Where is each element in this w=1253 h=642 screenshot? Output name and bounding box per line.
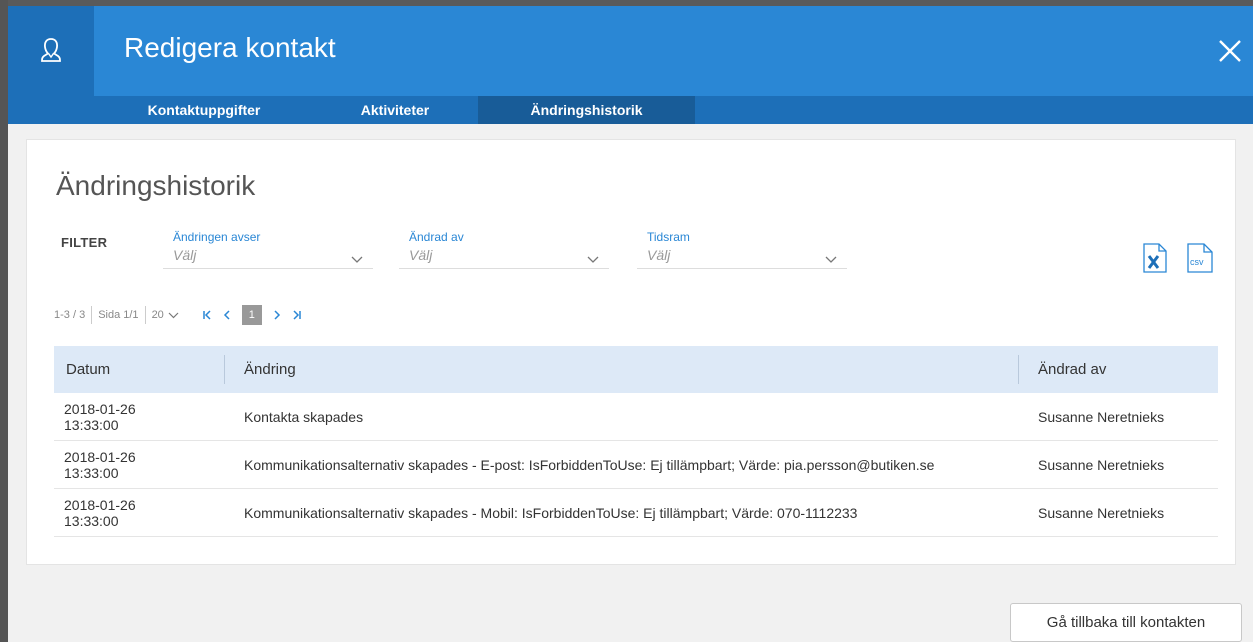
next-page-icon[interactable] xyxy=(270,308,284,322)
csv-label: csv xyxy=(1190,257,1204,267)
record-range: 1-3 / 3 xyxy=(54,309,86,321)
filter-caption: Ändrad av xyxy=(409,230,464,244)
chevron-down-icon xyxy=(825,251,837,267)
filter-caption: Ändringen avser xyxy=(173,230,261,244)
page-title: Ändringshistorik xyxy=(56,170,256,201)
close-icon[interactable] xyxy=(1213,34,1247,68)
history-panel: Ändringshistorik FILTER Ändringen avser … xyxy=(26,139,1236,565)
page-size-select[interactable]: 20 xyxy=(152,309,179,321)
column-header-date[interactable]: Datum xyxy=(66,346,110,393)
chevron-down-icon xyxy=(168,312,179,319)
row-changed-by: Susanne Neretnieks xyxy=(1038,504,1165,521)
previous-page-icon[interactable] xyxy=(220,308,234,322)
row-changed-by: Susanne Neretnieks xyxy=(1038,408,1165,425)
select-value: Välj xyxy=(173,247,197,263)
filter-changed-by: Ändrad av Välj xyxy=(399,230,619,269)
edit-contact-modal: Redigera kontakt Kontaktuppgifter Aktivi… xyxy=(8,0,1253,642)
chevron-down-icon xyxy=(587,251,599,267)
row-date: 2018-01-26 13:33:00 xyxy=(64,448,136,481)
row-change: Kommunikationsalternativ skapades - Mobi… xyxy=(244,504,858,521)
modal-header: Redigera kontakt xyxy=(8,0,1253,96)
select-value: Välj xyxy=(409,247,433,263)
excel-export-icon[interactable] xyxy=(1143,243,1167,273)
chevron-down-icon xyxy=(351,251,363,267)
back-to-contact-button[interactable]: Gå tillbaka till kontakten xyxy=(1010,603,1242,642)
table-header: Datum Ändring Ändrad av xyxy=(54,346,1218,393)
row-date: 2018-01-26 13:33:00 xyxy=(64,496,136,529)
csv-export-button[interactable]: csv xyxy=(1187,243,1213,273)
row-change: Kontakta skapades xyxy=(244,408,364,425)
modal-title: Redigera kontakt xyxy=(124,32,336,63)
table-row: 2018-01-26 13:33:00 Kontakta skapades Su… xyxy=(54,393,1218,441)
first-page-icon[interactable] xyxy=(200,308,214,322)
last-page-icon[interactable] xyxy=(290,308,304,322)
filter-label: FILTER xyxy=(61,235,108,250)
row-changed-by: Susanne Neretnieks xyxy=(1038,456,1165,473)
pagination: 1-3 / 3 Sida 1/1 20 1 xyxy=(54,304,307,326)
tab-andringshistorik[interactable]: Ändringshistorik xyxy=(478,96,695,124)
row-change: Kommunikationsalternativ skapades - E-po… xyxy=(244,456,935,473)
history-table: Datum Ändring Ändrad av 2018-01-26 13:33… xyxy=(54,346,1218,537)
column-header-change[interactable]: Ändring xyxy=(244,346,296,393)
tab-aktiviteter[interactable]: Aktiviteter xyxy=(340,96,450,124)
select-value: Välj xyxy=(647,247,671,263)
filter-change-type: Ändringen avser Välj xyxy=(163,230,383,269)
page-size-value: 20 xyxy=(151,309,164,321)
change-type-select[interactable]: Välj xyxy=(163,247,373,269)
column-header-changed-by[interactable]: Ändrad av xyxy=(1038,346,1106,393)
filter-caption: Tidsram xyxy=(647,230,690,244)
tab-bar: Kontaktuppgifter Aktiviteter Ändringshis… xyxy=(8,96,1253,124)
filter-timeframe: Tidsram Välj xyxy=(637,230,857,269)
background-strip xyxy=(0,0,8,642)
row-date: 2018-01-26 13:33:00 xyxy=(64,400,136,433)
tab-kontaktuppgifter[interactable]: Kontaktuppgifter xyxy=(124,96,284,124)
timeframe-select[interactable]: Välj xyxy=(637,247,847,269)
contact-person-icon xyxy=(8,6,94,96)
table-row: 2018-01-26 13:33:00 Kommunikationsaltern… xyxy=(54,441,1218,489)
changed-by-select[interactable]: Välj xyxy=(399,247,609,269)
table-row: 2018-01-26 13:33:00 Kommunikationsaltern… xyxy=(54,489,1218,537)
current-page[interactable]: 1 xyxy=(241,305,262,325)
page-info: Sida 1/1 xyxy=(98,309,139,321)
